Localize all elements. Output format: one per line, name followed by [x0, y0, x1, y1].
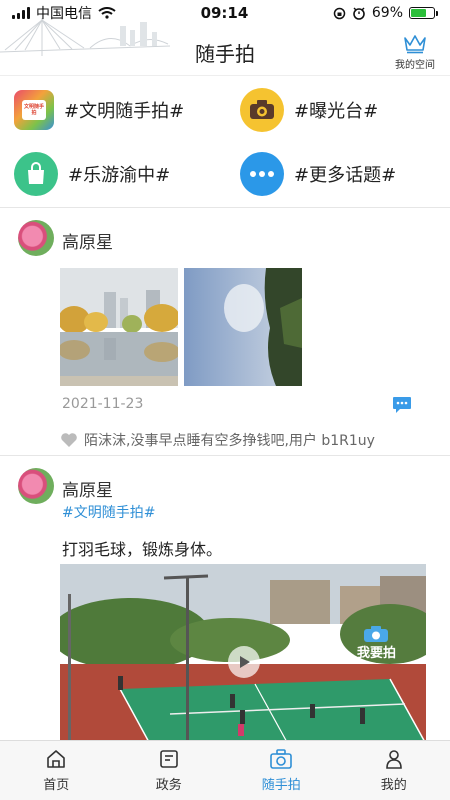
snapshot-camera-icon [270, 749, 293, 769]
post-card: 高原星 2021-11-23 陌沫沫,没事早点睡有空多挣钱吧,用户 b1R1uy [0, 208, 450, 456]
topic-label: #更多话题# [294, 165, 397, 186]
cellular-signal-icon [12, 7, 30, 19]
civility-camera-icon: 文明随手拍 [14, 90, 54, 130]
exposure-camera-icon [240, 88, 284, 132]
tab-government-affairs[interactable]: 政务 [113, 741, 226, 800]
post-video[interactable]: 我要拍 [60, 564, 426, 740]
battery-percent: 69% [371, 5, 403, 21]
camera-badge-icon [364, 626, 389, 642]
topic-label: #文明随手拍# [64, 101, 185, 122]
tab-home[interactable]: 首页 [0, 741, 113, 800]
page-title: 随手拍 [195, 42, 255, 66]
topic-exposure[interactable]: #曝光台# [240, 88, 378, 132]
post-card: 高原星 #文明随手拍# 打羽毛球，锻炼身体。 我要拍 [0, 456, 450, 740]
home-icon [47, 750, 66, 768]
civility-icon-text: 文明随手拍 [24, 104, 45, 116]
my-space-button[interactable]: 我的空间 [390, 32, 440, 71]
post-date: 2021-11-23 [62, 396, 144, 412]
bottom-tab-bar: 首页 政务 随手拍 我的 [0, 740, 450, 800]
more-dots-icon [240, 152, 284, 196]
shoot-badge[interactable]: 我要拍 [357, 624, 396, 661]
government-affairs-icon [159, 750, 178, 768]
tab-label: 首页 [43, 778, 70, 793]
like-row: 陌沫沫,没事早点睡有空多挣钱吧,用户 b1R1uy [60, 430, 375, 450]
topic-leisure-yuzhong[interactable]: #乐游渝中# [14, 152, 170, 196]
tab-label: 政务 [155, 778, 182, 793]
my-space-label: 我的空间 [395, 60, 435, 71]
profile-icon [385, 750, 402, 769]
avatar[interactable] [18, 220, 54, 256]
topic-grid: 文明随手拍 #文明随手拍# #曝光台# #乐游渝中# #更多话题# [0, 80, 450, 208]
tab-label: 随手拍 [261, 778, 301, 793]
crown-icon [404, 35, 426, 54]
topic-civility-snapshot[interactable]: 文明随手拍 #文明随手拍# [14, 88, 184, 132]
post-text: 打羽毛球，锻炼身体。 [62, 540, 223, 559]
tab-profile[interactable]: 我的 [338, 741, 450, 800]
likes-text: 陌沫沫,没事早点睡有空多挣钱吧,用户 b1R1uy [84, 433, 375, 449]
clock: 09:14 [200, 4, 249, 22]
wifi-icon [98, 7, 116, 19]
carrier-name: 中国电信 [36, 6, 92, 22]
status-bar: 中国电信 09:14 69% [0, 0, 450, 26]
post-photo[interactable] [184, 268, 302, 386]
tab-label: 我的 [380, 778, 407, 793]
tab-snapshot[interactable]: 随手拍 [225, 741, 338, 800]
play-icon[interactable] [228, 646, 260, 678]
comment-icon[interactable] [392, 396, 412, 414]
orientation-lock-icon [333, 7, 346, 19]
avatar[interactable] [18, 468, 54, 504]
topic-label: #曝光台# [294, 101, 379, 122]
topic-more[interactable]: #更多话题# [240, 152, 396, 196]
post-hashtag[interactable]: #文明随手拍# [62, 502, 155, 522]
post-author[interactable]: 高原星 [62, 228, 113, 253]
heart-icon[interactable] [60, 432, 78, 448]
post-photo[interactable] [60, 268, 178, 386]
battery-icon [409, 7, 438, 19]
topic-label: #乐游渝中# [68, 165, 171, 186]
shoot-badge-label: 我要拍 [356, 646, 396, 661]
shopping-bag-icon [14, 152, 58, 196]
post-author[interactable]: 高原星 [62, 476, 113, 501]
alarm-icon [353, 7, 365, 20]
